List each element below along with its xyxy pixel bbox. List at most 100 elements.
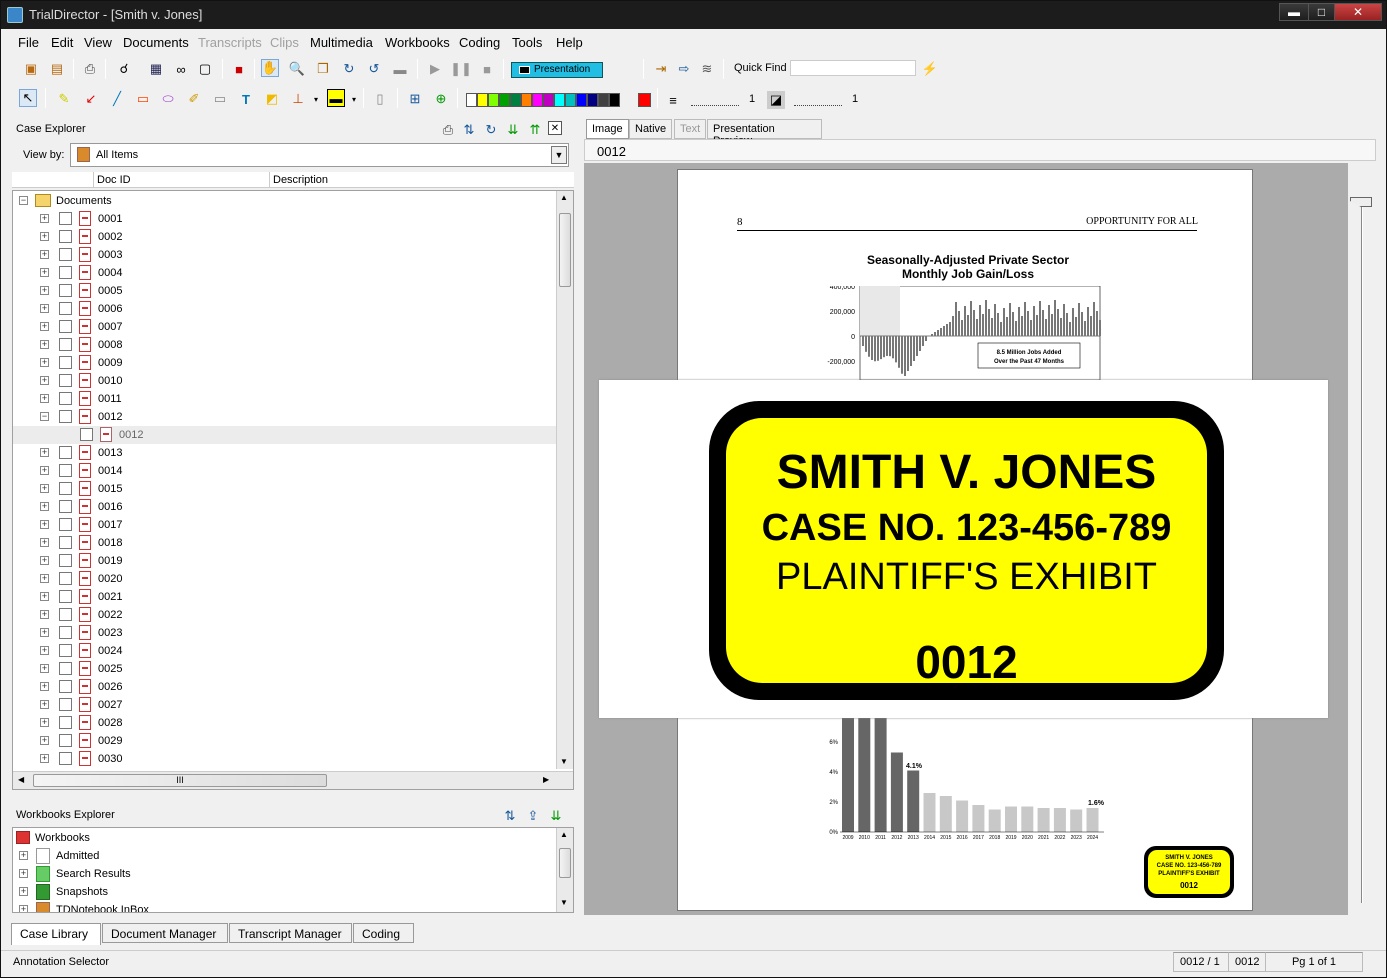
row-checkbox[interactable] (59, 338, 72, 351)
expand-icon[interactable]: + (40, 646, 49, 655)
expand-icon[interactable]: + (40, 376, 49, 385)
tree-doc-row[interactable]: +0030 (13, 750, 573, 768)
send-icon[interactable]: ⇨ (675, 60, 693, 78)
workbook-upload-icon[interactable]: ⇪ (524, 807, 542, 825)
color-swatch-darkgray[interactable] (598, 93, 609, 107)
arrow-tool-icon[interactable]: ↙ (82, 90, 100, 108)
menu-edit[interactable]: Edit (51, 35, 73, 50)
tab-case-library[interactable]: Case Library (11, 923, 101, 945)
callout-add-icon[interactable]: ⊕ (432, 90, 450, 108)
color-swatch-teal[interactable] (565, 93, 576, 107)
menu-multimedia[interactable]: Multimedia (310, 35, 373, 50)
close-panel-icon[interactable]: ✕ (548, 121, 562, 135)
tree-doc-row[interactable]: +0025 (13, 660, 573, 678)
row-checkbox[interactable] (59, 662, 72, 675)
color-swatch-cyan[interactable] (554, 93, 565, 107)
menu-workbooks[interactable]: Workbooks (385, 35, 450, 50)
expand-icon[interactable]: + (40, 664, 49, 673)
tree-doc-row[interactable]: +0007 (13, 318, 573, 336)
tree-doc-row[interactable]: +0022 (13, 606, 573, 624)
tree-doc-row[interactable]: +0020 (13, 570, 573, 588)
expand-icon[interactable]: + (40, 304, 49, 313)
exhibit-sticker-icon[interactable]: ▬ (327, 89, 345, 107)
close-button[interactable]: ✕ (1334, 3, 1382, 21)
tree-doc-row[interactable]: +0029 (13, 732, 573, 750)
rotate-right-icon[interactable]: ↻ (340, 60, 358, 78)
tree-doc-row[interactable]: +0021 (13, 588, 573, 606)
rectangle-tool-icon[interactable]: ▭ (134, 90, 152, 108)
frame-icon[interactable]: ▢ (196, 60, 214, 78)
zoom-thumb[interactable] (1350, 197, 1372, 207)
expand-icon[interactable]: + (40, 466, 49, 475)
row-checkbox[interactable] (59, 680, 72, 693)
scroll-down-icon[interactable]: ▼ (560, 757, 568, 766)
row-checkbox[interactable] (59, 626, 72, 639)
tree-doc-row[interactable]: +0001 (13, 210, 573, 228)
expand-icon[interactable]: + (40, 718, 49, 727)
workbooks-root[interactable]: Workbooks (13, 829, 573, 847)
stamp-dropdown-icon[interactable]: ▾ (307, 90, 325, 108)
hscroll-thumb[interactable]: III (33, 774, 327, 787)
color-swatch-navy[interactable] (587, 93, 598, 107)
stack-icon[interactable]: ≋ (698, 60, 716, 78)
tree-doc-row[interactable]: +0026 (13, 678, 573, 696)
expand-icon[interactable]: + (40, 214, 49, 223)
color-swatch-lime[interactable] (488, 93, 499, 107)
color-swatch-yellow[interactable] (477, 93, 488, 107)
tree-doc-row[interactable]: +0005 (13, 282, 573, 300)
tree-horizontal-scrollbar[interactable]: ◀ III ▶ (13, 771, 573, 789)
expand-icon[interactable]: + (40, 628, 49, 637)
sync-icon[interactable]: ⇅ (460, 121, 478, 139)
tree-doc-row[interactable]: +0028 (13, 714, 573, 732)
sticky-note-icon[interactable]: ◩ (263, 90, 281, 108)
row-checkbox[interactable] (59, 248, 72, 261)
tree-doc-row[interactable]: +0002 (13, 228, 573, 246)
color-swatch-green[interactable] (499, 93, 510, 107)
expand-icon[interactable]: + (40, 322, 49, 331)
tree-scroll-thumb[interactable] (559, 213, 571, 287)
view-layout-icon[interactable]: ▦ (147, 60, 165, 78)
workbook-item[interactable]: + Search Results (13, 865, 573, 883)
stamp-icon[interactable]: ⊥ (289, 90, 307, 108)
workbook-move-icon[interactable]: ⇊ (547, 807, 565, 825)
play-icon[interactable]: ▶ (426, 60, 444, 78)
tab-presentation-preview[interactable]: Presentation Preview (707, 119, 822, 147)
tree-doc-row[interactable]: +0017 (13, 516, 573, 534)
expand-icon[interactable]: + (40, 520, 49, 529)
tree-doc-row[interactable]: +0015 (13, 480, 573, 498)
row-checkbox[interactable] (59, 644, 72, 657)
workbook-item[interactable]: + Admitted (13, 847, 573, 865)
row-checkbox[interactable] (59, 266, 72, 279)
tree-doc-row[interactable]: +0024 (13, 642, 573, 660)
color-swatch-purple[interactable] (543, 93, 554, 107)
tree-root-documents[interactable]: − Documents (13, 192, 573, 210)
workbook-sync-icon[interactable]: ⇅ (501, 807, 519, 825)
text-tool-icon[interactable]: T (237, 90, 255, 108)
camera-icon[interactable]: ▬ (391, 60, 409, 78)
pointer-select-icon[interactable]: ↖ (19, 89, 37, 107)
line-width-icon[interactable]: ≡ (664, 91, 682, 109)
add-exhibit-icon[interactable]: ■ (230, 60, 248, 78)
tree-doc-row[interactable]: +0004 (13, 264, 573, 282)
tree-doc-row[interactable]: +0016 (13, 498, 573, 516)
expand-icon[interactable]: + (40, 574, 49, 583)
tree-doc-row[interactable]: +0014 (13, 462, 573, 480)
row-checkbox[interactable] (59, 464, 72, 477)
tree-doc-row[interactable]: +0018 (13, 534, 573, 552)
row-checkbox[interactable] (59, 356, 72, 369)
color-swatch-black[interactable] (609, 93, 620, 107)
print-icon[interactable]: ⎙ (81, 60, 99, 78)
hand-tool-icon[interactable]: ✋ (261, 59, 279, 77)
callout-zoom-icon[interactable]: ⊞ (406, 90, 424, 108)
tree-doc-row[interactable]: +0019 (13, 552, 573, 570)
expand-icon[interactable]: + (40, 268, 49, 277)
expand-icon[interactable]: + (40, 610, 49, 619)
transparency-icon[interactable]: ◪ (767, 91, 785, 109)
ellipse-tool-icon[interactable]: ⬭ (159, 90, 177, 108)
expand-icon[interactable]: + (40, 754, 49, 763)
binoculars-icon[interactable]: ☌ (115, 60, 133, 78)
maximize-button[interactable]: □ (1308, 3, 1335, 21)
workbook-item[interactable]: + TDNotebook InBox (13, 901, 573, 912)
line-tool-icon[interactable]: ╱ (108, 90, 126, 108)
minimize-button[interactable]: ▬ (1279, 3, 1309, 21)
